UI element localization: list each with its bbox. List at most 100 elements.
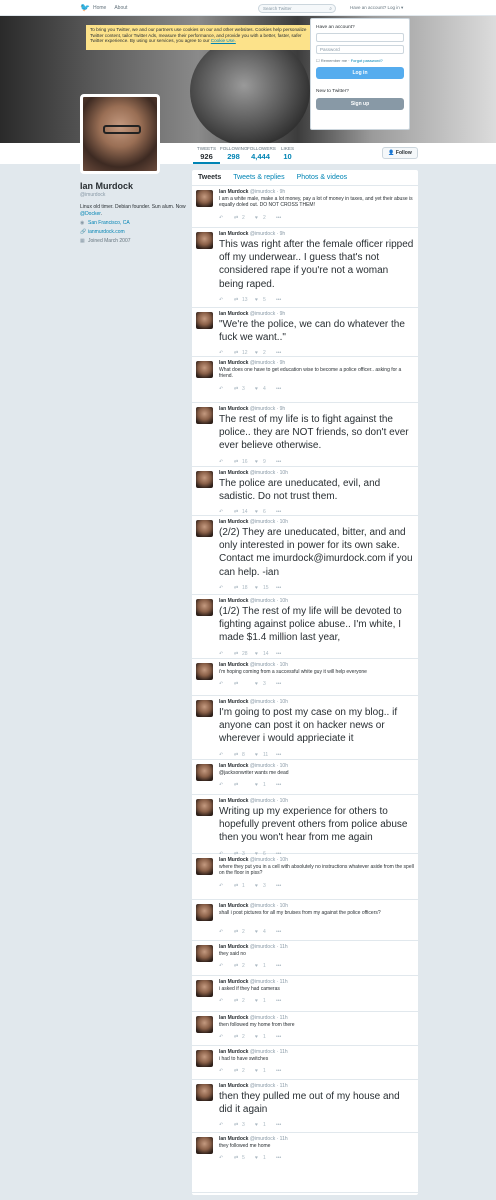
heart-icon[interactable]: ♥ [255,651,263,657]
tweet-avatar[interactable] [196,232,213,249]
tweet[interactable]: Ian Murdock @imurdock · 10h @jacksonwrite… [192,760,418,795]
tweet-avatar[interactable] [196,945,213,962]
tweet[interactable]: Ian Murdock @imurdock · 9h This was right… [192,228,418,308]
heart-icon[interactable]: ♥ [255,1034,263,1040]
tweet-avatar[interactable] [196,663,213,680]
retweet-icon[interactable]: ⇄ [234,929,242,935]
tweet-handle[interactable]: @imurdock [250,598,275,604]
more-icon[interactable]: ••• [276,459,291,465]
retweet-icon[interactable]: ⇄ [234,651,242,657]
reply-icon[interactable]: ↶ [219,509,234,515]
tweet-time[interactable]: 10h [280,857,288,863]
reply-icon[interactable]: ↶ [219,883,234,889]
tweet-time[interactable]: 9h [280,406,286,412]
twitter-bird-icon[interactable]: 🐦 [80,4,90,12]
tweet-handle[interactable]: @imurdock [250,763,275,769]
reply-icon[interactable]: ↶ [219,782,234,788]
tweet-avatar[interactable] [196,1050,213,1067]
search-input[interactable]: Search Twitter ⌕ [258,4,336,13]
profile-handle[interactable]: @imurdock [80,192,186,198]
tweet-handle[interactable]: @imurdock [250,903,275,909]
nav-about[interactable]: About [114,5,127,11]
tweet-avatar[interactable] [196,764,213,781]
tweet[interactable]: Ian Murdock @imurdock · 10h i'm hoping co… [192,659,418,696]
reply-icon[interactable]: ↶ [219,459,234,465]
tweet[interactable]: Ian Murdock @imurdock · 11h then followed… [192,1012,418,1046]
tweet-avatar[interactable] [196,1084,213,1101]
more-icon[interactable]: ••• [276,963,291,969]
tweet-handle[interactable]: @imurdock [250,1049,275,1055]
tweet-time[interactable]: 11h [280,1083,288,1089]
more-icon[interactable]: ••• [276,1068,291,1074]
tweet-author[interactable]: Ian Murdock [219,470,248,476]
heart-icon[interactable]: ♥ [255,883,263,889]
tweet[interactable]: Ian Murdock @imurdock · 11h i had to have… [192,1046,418,1080]
profile-name[interactable]: Ian Murdock [80,181,186,191]
heart-icon[interactable]: ♥ [255,509,263,515]
tweet-handle[interactable]: @imurdock [250,1083,275,1089]
location-text[interactable]: San Francisco, CA [88,220,130,226]
tweet-time[interactable]: 11h [280,979,288,985]
tweet-time[interactable]: 11h [280,944,288,950]
tweet[interactable]: Ian Murdock @imurdock · 11h they followed… [192,1133,418,1193]
remember-me-checkbox[interactable]: Remember me [321,58,347,63]
tweet-handle[interactable]: @imurdock [250,360,275,366]
reply-icon[interactable]: ↶ [219,1122,234,1128]
tweet-author[interactable]: Ian Murdock [219,1015,248,1021]
tweet-avatar[interactable] [196,799,213,816]
retweet-icon[interactable]: ⇄ [234,681,242,687]
retweet-icon[interactable]: ⇄ [234,998,242,1004]
tweet-avatar[interactable] [196,599,213,616]
more-icon[interactable]: ••• [276,509,291,515]
reply-icon[interactable]: ↶ [219,386,234,392]
heart-icon[interactable]: ♥ [255,963,263,969]
retweet-icon[interactable]: ⇄ [234,350,242,356]
tweet-avatar[interactable] [196,980,213,997]
reply-icon[interactable]: ↶ [219,215,234,221]
tweet-handle[interactable]: @imurdock [250,231,275,237]
cookie-use-link[interactable]: Cookie Use. [211,38,236,43]
tweet-author[interactable]: Ian Murdock [219,798,248,804]
stat-likes[interactable]: LIKES 10 [274,146,301,164]
tweet-author[interactable]: Ian Murdock [219,1049,248,1055]
tweet-time[interactable]: 10h [280,763,288,769]
more-icon[interactable]: ••• [276,998,291,1004]
tweet-handle[interactable]: @imurdock [250,944,275,950]
tab-tweets-replies[interactable]: Tweets & replies [233,174,284,181]
tweet-avatar[interactable] [196,858,213,875]
tweet-time[interactable]: 10h [280,598,288,604]
tweet-author[interactable]: Ian Murdock [219,1083,248,1089]
tweet[interactable]: Ian Murdock @imurdock · 10h shall i post … [192,900,418,941]
tweet-time[interactable]: 11h [280,1136,288,1142]
tweet-author[interactable]: Ian Murdock [219,231,248,237]
tweet-author[interactable]: Ian Murdock [219,189,248,195]
tweet-author[interactable]: Ian Murdock [219,857,248,863]
tweet-author[interactable]: Ian Murdock [219,406,248,412]
retweet-icon[interactable]: ⇄ [234,215,242,221]
tweet-avatar[interactable] [196,471,213,488]
heart-icon[interactable]: ♥ [255,1155,263,1161]
tweet-handle[interactable]: @imurdock [250,311,275,317]
tab-tweets[interactable]: Tweets [198,174,221,181]
tweet[interactable]: Ian Murdock @imurdock · 9h "We're the pol… [192,308,418,357]
stat-followers[interactable]: FOLLOWERS 4,444 [247,146,276,164]
avatar[interactable] [80,94,160,174]
reply-icon[interactable]: ↶ [219,1068,234,1074]
heart-icon[interactable]: ♥ [255,459,263,465]
tweet-author[interactable]: Ian Murdock [219,699,248,705]
retweet-icon[interactable]: ⇄ [234,782,242,788]
reply-icon[interactable]: ↶ [219,651,234,657]
heart-icon[interactable]: ♥ [255,929,263,935]
reply-icon[interactable]: ↶ [219,998,234,1004]
retweet-icon[interactable]: ⇄ [234,883,242,889]
tweet-handle[interactable]: @imurdock [250,470,275,476]
retweet-icon[interactable]: ⇄ [234,585,242,591]
tweet-avatar[interactable] [196,1137,213,1154]
retweet-icon[interactable]: ⇄ [234,459,242,465]
reply-icon[interactable]: ↶ [219,963,234,969]
retweet-icon[interactable]: ⇄ [234,1068,242,1074]
login-button[interactable]: Log in [316,67,404,79]
tweet-author[interactable]: Ian Murdock [219,311,248,317]
more-icon[interactable]: ••• [276,215,291,221]
tweet[interactable]: Ian Murdock @imurdock · 9h The rest of my… [192,403,418,467]
